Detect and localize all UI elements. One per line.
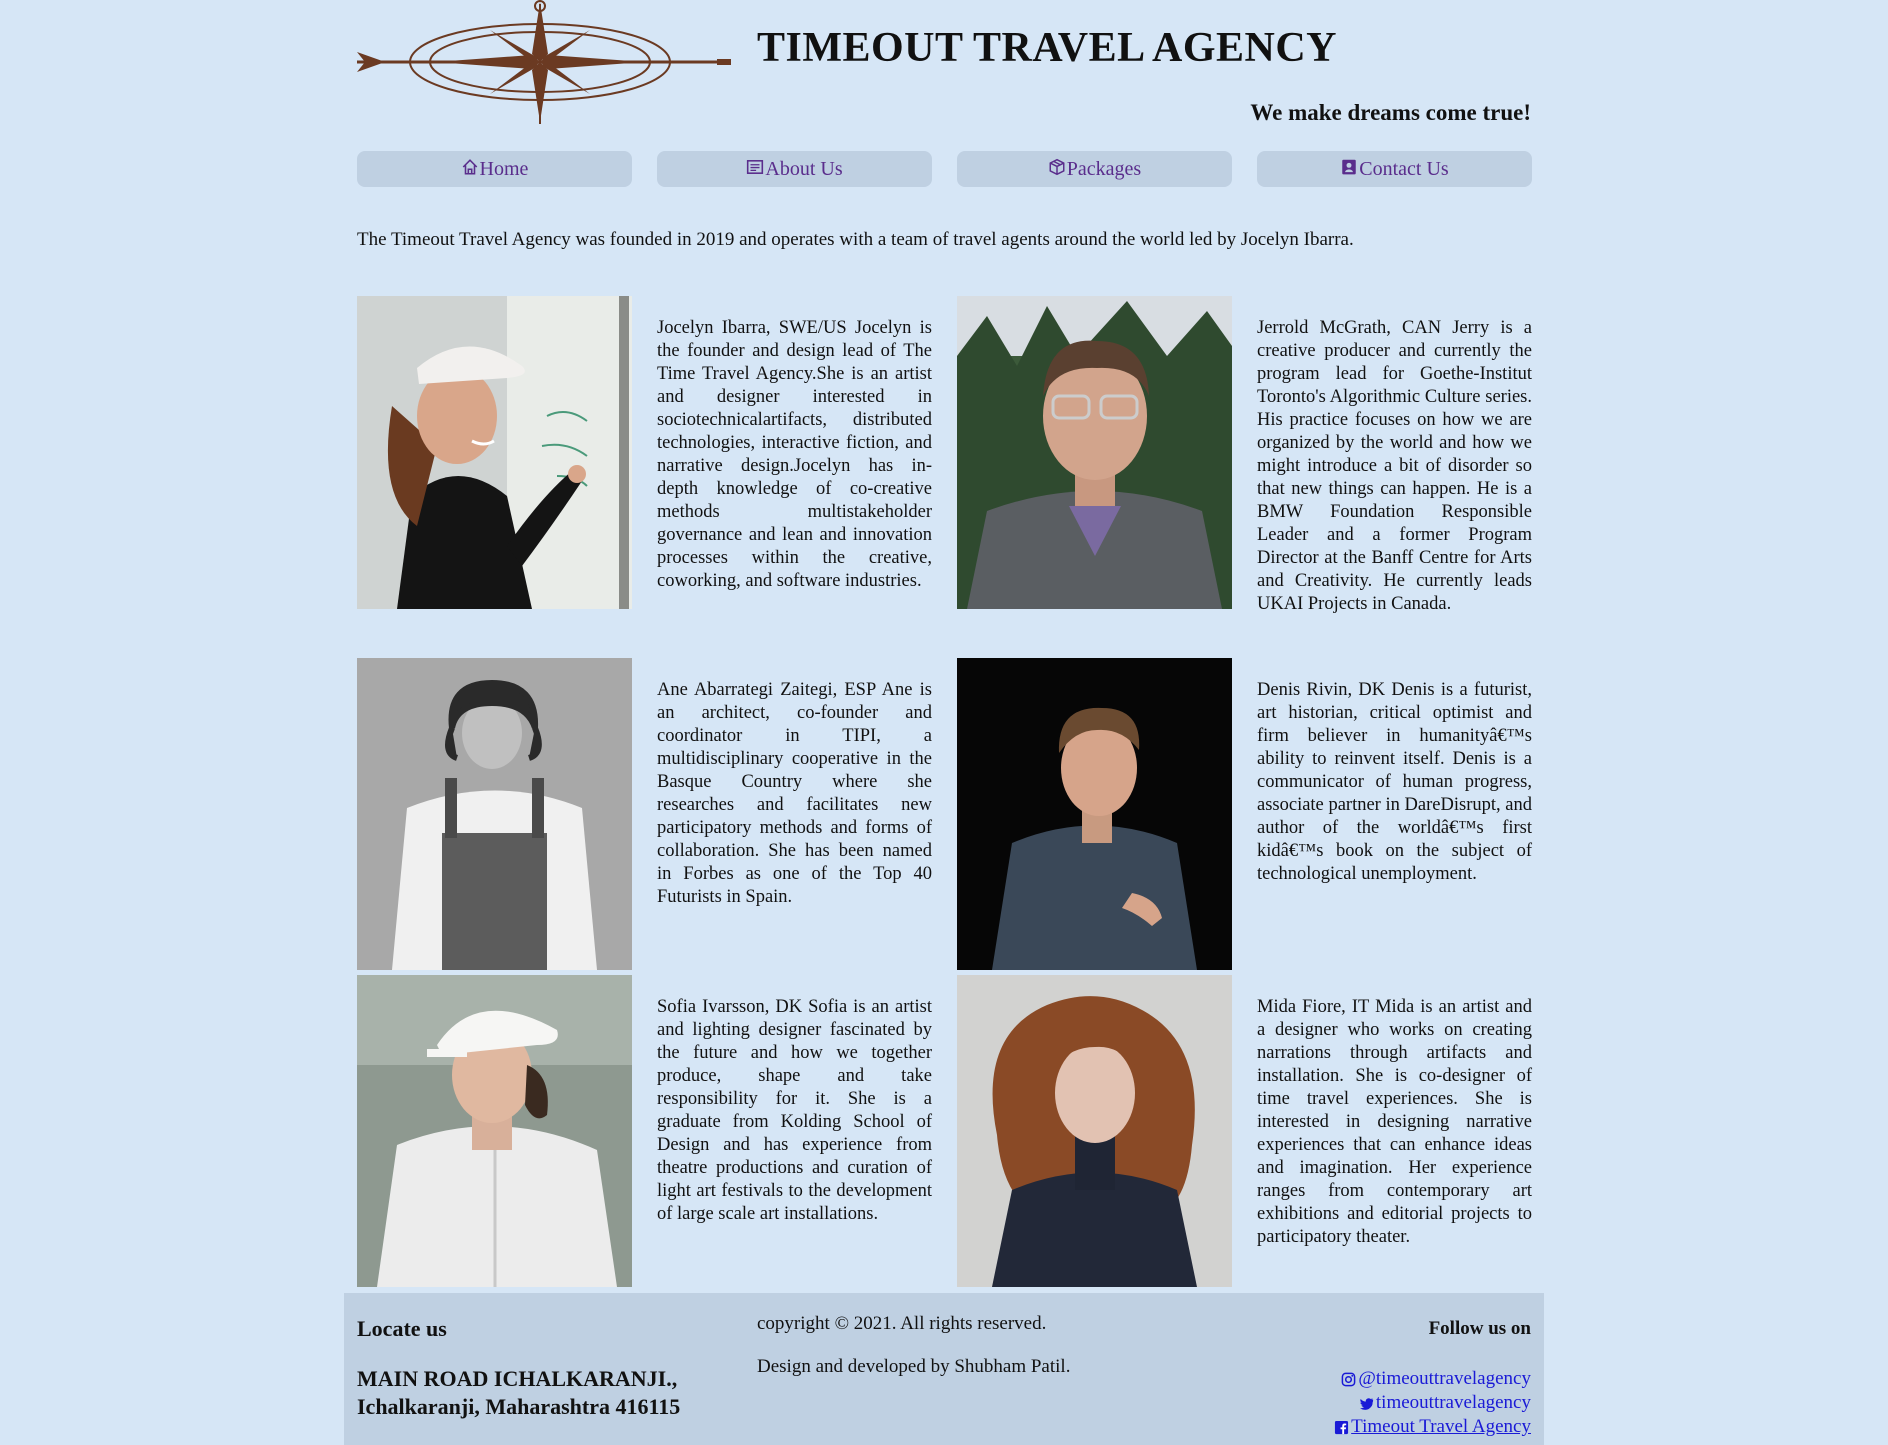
bio-mida: Mida Fiore, IT Mida is an artist and a d… xyxy=(1257,997,1532,1247)
address: MAIN ROAD ICHALKARANJI., Ichalkaranji, M… xyxy=(357,1365,680,1421)
bio-jocelyn: Jocelyn Ibarra, SWE/US Jocelyn is the fo… xyxy=(657,318,932,591)
facebook-icon xyxy=(1335,1420,1349,1434)
team-photo-jocelyn xyxy=(357,296,632,609)
bio-sofia: Sofia Ivarsson, DK Sofia is an artist an… xyxy=(657,997,932,1224)
designer-credit: Design and developed by Shubham Patil. xyxy=(757,1356,1071,1377)
nav-packages-label: Packages xyxy=(1066,157,1142,180)
nav-home-button[interactable]: Home xyxy=(357,151,632,187)
twitter-label: timeouttravelagency xyxy=(1375,1392,1531,1413)
facebook-label: Timeout Travel Agency xyxy=(1351,1416,1531,1437)
nav-home-label: Home xyxy=(479,157,529,180)
twitter-link[interactable]: timeouttravelagency xyxy=(1359,1392,1531,1414)
nav-about-label: About Us xyxy=(765,157,843,180)
follow-heading: Follow us on xyxy=(1428,1318,1531,1339)
contact-card-icon xyxy=(1342,159,1357,175)
site-footer: Locate us MAIN ROAD ICHALKARANJI., Ichal… xyxy=(344,1293,1544,1445)
instagram-link[interactable]: @timeouttravelagency xyxy=(1341,1368,1531,1390)
address-line-2: Ichalkaranji, Maharashtra 416115 xyxy=(357,1394,681,1419)
bio-denis: Denis Rivin, DK Denis is a futurist, art… xyxy=(1257,680,1532,884)
locate-heading: Locate us xyxy=(357,1316,447,1341)
address-line-1: MAIN ROAD ICHALKARANJI., xyxy=(357,1366,678,1391)
page: TIMEOUT TRAVEL AGENCY We make dreams com… xyxy=(0,0,1888,1445)
package-icon xyxy=(1049,158,1065,176)
site-title: TIMEOUT TRAVEL AGENCY xyxy=(757,25,1338,71)
copyright-text: copyright © 2021. All rights reserved. xyxy=(757,1313,1047,1334)
team-photo-ane xyxy=(357,658,632,970)
nav-contact-button[interactable]: Contact Us xyxy=(1257,151,1532,187)
nav-about-button[interactable]: About Us xyxy=(657,151,932,187)
instagram-icon xyxy=(1342,1372,1356,1386)
team-photo-jerrold xyxy=(957,296,1232,609)
document-icon xyxy=(747,160,764,174)
team-photo-sofia xyxy=(357,975,632,1287)
compass-logo xyxy=(355,0,735,128)
twitter-icon xyxy=(1359,1397,1373,1410)
nav-contact-label: Contact Us xyxy=(1359,157,1449,180)
nav-packages-button[interactable]: Packages xyxy=(957,151,1232,187)
facebook-link[interactable]: Timeout Travel Agency xyxy=(1334,1416,1531,1438)
site-tagline: We make dreams come true! xyxy=(1250,100,1531,125)
team-photo-denis xyxy=(957,658,1232,970)
team-photo-mida xyxy=(957,975,1232,1287)
instagram-label: @timeouttravelagency xyxy=(1358,1368,1531,1389)
intro-text: The Timeout Travel Agency was founded in… xyxy=(357,229,1354,250)
bio-jerrold: Jerrold McGrath, CAN Jerry is a creative… xyxy=(1257,318,1532,614)
bio-ane: Ane Abarrategi Zaitegi, ESP Ane is an ar… xyxy=(657,680,932,907)
home-icon xyxy=(462,159,477,175)
main-nav: Home About Us Packages Contact Us xyxy=(357,151,1532,187)
